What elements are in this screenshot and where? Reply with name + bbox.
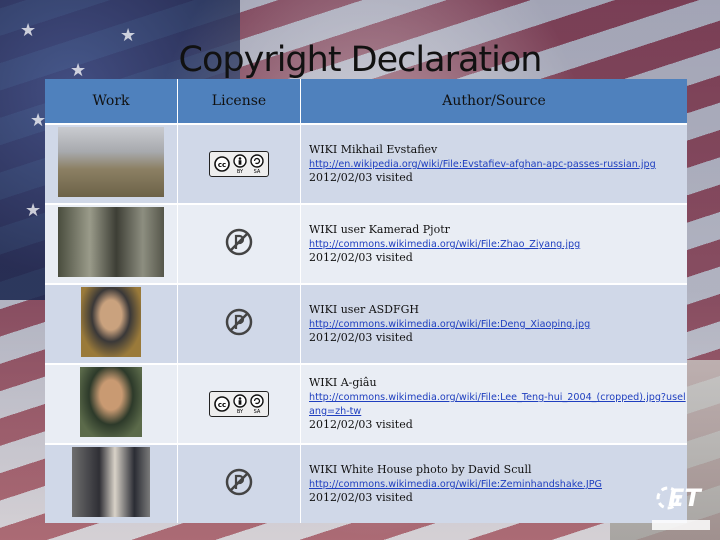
page-title: Copyright Declaration: [178, 40, 543, 80]
svg-text:BY: BY: [237, 409, 244, 414]
afghan-apc-photo: [58, 127, 164, 197]
table-row: WIKI user ASDFGH http://commons.wikimedia…: [45, 283, 687, 364]
work-cell: [45, 363, 178, 444]
author-text: WIKI A-giâu: [309, 376, 377, 390]
deng-xiaoping-photo: [81, 287, 141, 357]
table-row: WIKI user Kamerad Pjotr http://commons.wi…: [45, 203, 687, 284]
author-text: WIKI White House photo by David Scull: [309, 463, 532, 477]
table-row: cc BY SA WIKI Mikhail Evstafiev http://en.wi…: [45, 123, 687, 204]
author-text: WIKI Mikhail Evstafiev: [309, 143, 438, 157]
svg-text:ET: ET: [668, 484, 702, 512]
work-cell: [45, 283, 178, 364]
share-alike-icon: SA: [250, 394, 264, 414]
license-cell: cc BY SA: [177, 363, 301, 444]
svg-text:SA: SA: [254, 169, 261, 174]
visited-date: 2012/02/03 visited: [309, 330, 413, 344]
author-source-cell: WIKI White House photo by David Scull htt…: [300, 443, 687, 523]
zhao-ziyang-photo: [58, 207, 164, 277]
header-author-source: Author/Source: [300, 79, 687, 124]
header-license: License: [177, 79, 301, 124]
visited-date: 2012/02/03 visited: [309, 170, 413, 184]
attribution-icon: BY: [233, 154, 247, 174]
cc-icon: cc: [214, 156, 230, 172]
author-text: WIKI user ASDFGH: [309, 303, 420, 317]
visited-date: 2012/02/03 visited: [309, 250, 413, 264]
visited-date: 2012/02/03 visited: [309, 417, 413, 431]
author-source-cell: WIKI Mikhail Evstafiev http://en.wikipedi…: [300, 123, 687, 204]
license-cell: [177, 443, 301, 523]
public-domain-icon: [225, 468, 253, 496]
author-source-cell: WIKI user ASDFGH http://commons.wikimedia…: [300, 283, 687, 364]
cc-icon: cc: [214, 396, 230, 412]
table-row: cc BY SA WIKI A-giâu http://commons.wikimedi…: [45, 363, 687, 444]
license-cell: [177, 203, 301, 284]
share-alike-icon: SA: [250, 154, 264, 174]
work-cell: [45, 443, 178, 523]
header-work: Work: [45, 79, 178, 124]
source-link[interactable]: http://commons.wikimedia.org/wiki/File:D…: [309, 319, 590, 330]
work-cell: [45, 123, 178, 204]
author-text: WIKI user Kamerad Pjotr: [309, 223, 450, 237]
table-row: WIKI White House photo by David Scull htt…: [45, 443, 687, 523]
lee-teng-hui-photo: [80, 367, 142, 437]
public-domain-icon: [225, 308, 253, 336]
svg-text:cc: cc: [218, 161, 226, 169]
license-cell: [177, 283, 301, 364]
star-icon: ★: [20, 20, 37, 41]
svg-text:SA: SA: [254, 409, 261, 414]
svg-text:BY: BY: [237, 169, 244, 174]
visited-date: 2012/02/03 visited: [309, 490, 413, 504]
work-cell: [45, 203, 178, 284]
source-link[interactable]: http://en.wikipedia.org/wiki/File:Evstaf…: [309, 159, 656, 170]
star-icon: ★: [25, 200, 42, 221]
source-link[interactable]: http://commons.wikimedia.org/wiki/File:Z…: [309, 479, 602, 490]
source-link[interactable]: http://commons.wikimedia.org/wiki/File:L…: [309, 392, 686, 417]
cc-by-sa-badge: cc BY SA: [209, 391, 269, 417]
cc-by-sa-badge: cc BY SA: [209, 151, 269, 177]
copyright-table: Work License Author/Source cc BY SA WIKI Mi…: [45, 79, 687, 523]
zemin-handshake-photo: [72, 447, 150, 517]
license-cell: cc BY SA: [177, 123, 301, 204]
star-icon: ★: [30, 110, 47, 131]
svg-text:cc: cc: [218, 401, 226, 409]
oet-logo: ET: [652, 484, 710, 530]
author-source-cell: WIKI A-giâu http://commons.wikimedia.org/…: [300, 363, 687, 444]
author-source-cell: WIKI user Kamerad Pjotr http://commons.wi…: [300, 203, 687, 284]
table-header-row: Work License Author/Source: [45, 79, 687, 124]
source-link[interactable]: http://commons.wikimedia.org/wiki/File:Z…: [309, 239, 580, 250]
public-domain-icon: [225, 228, 253, 256]
attribution-icon: BY: [233, 394, 247, 414]
